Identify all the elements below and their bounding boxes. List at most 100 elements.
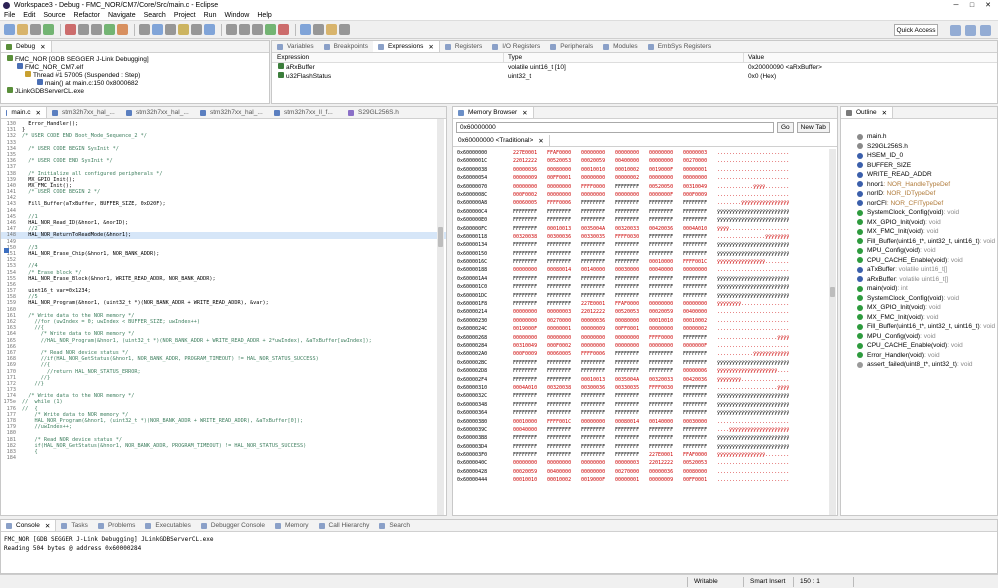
editor-scrollbar[interactable] — [437, 119, 444, 515]
memory-cell[interactable]: FFFFFFFF — [615, 409, 649, 417]
memory-cell[interactable]: FFFFFFFF — [513, 300, 547, 308]
tab-problems[interactable]: Problems — [93, 520, 140, 531]
memory-cell[interactable]: FFFFFFFF — [547, 376, 581, 384]
memory-cell[interactable]: FFFFFFFF — [649, 233, 683, 241]
memory-cell[interactable]: FFFFFFFF — [581, 216, 615, 224]
memory-cell[interactable]: FFFFFFFF — [683, 233, 717, 241]
memory-cell[interactable]: FFAF0000 — [547, 149, 581, 157]
memory-cell[interactable]: FFFF001C — [547, 418, 581, 426]
col-type[interactable]: Type — [504, 53, 744, 62]
memory-cell[interactable]: 00000002 — [615, 174, 649, 182]
outline-item[interactable]: SystemClock_Config(void) : void — [857, 208, 997, 218]
memory-cell[interactable]: FFFFFFFF — [649, 275, 683, 283]
memory-cell[interactable]: 00270000 — [547, 317, 581, 325]
memory-cell[interactable]: 00000000 — [683, 266, 717, 274]
memory-cell[interactable]: FFFFFFFF — [615, 241, 649, 249]
memory-row[interactable]: 0x600002D8 FFFFFFFF FFFFFFFF FFFFFFFF FFFFFF… — [457, 367, 837, 375]
memory-row[interactable]: 0x6000008C 000F0002 00000000 00000000 000000… — [457, 191, 837, 199]
memory-cell[interactable]: FFFFFFFF — [683, 216, 717, 224]
memory-cell[interactable]: 00000000 — [581, 459, 615, 467]
memory-cell[interactable]: 00300036 — [581, 384, 615, 392]
memory-cell[interactable]: 00000000 — [615, 149, 649, 157]
memory-cell[interactable]: FFFFFFFF — [615, 275, 649, 283]
memory-cell[interactable]: FFFF0030 — [615, 233, 649, 241]
memory-row[interactable]: 0x60000444 00010010 00010002 0019000F 000000… — [457, 476, 837, 484]
editor-tab[interactable]: S29GL256S.h — [343, 107, 417, 118]
memory-cell[interactable]: 00000000 — [513, 308, 547, 316]
memory-row[interactable]: 0x60000428 00020059 00400000 00000000 002700… — [457, 468, 837, 476]
memory-cell[interactable]: FFFFFFFF — [581, 250, 615, 258]
editor-tab[interactable]: stm32h7xx_hal_... — [47, 107, 121, 118]
memory-cell[interactable]: FFFFFFFF — [513, 401, 547, 409]
memory-scroll-thumb[interactable] — [830, 287, 835, 297]
memory-row[interactable]: 0x60000310 0004A010 00320038 00300036 003300… — [457, 384, 837, 392]
outline-item[interactable]: norID : NOR_IDTypeDef — [857, 189, 997, 199]
col-value[interactable]: Value — [744, 53, 997, 62]
memory-cell[interactable]: FFFFFFFF — [683, 384, 717, 392]
memory-row[interactable]: 0x600000C4 FFFFFFFF FFFFFFFF FFFFFFFF FFFFFF… — [457, 208, 837, 216]
debug-tree-item[interactable]: FMC_NOR [GDB SEGGER J-Link Debugging] — [3, 55, 269, 63]
tab-embsys-registers[interactable]: EmbSys Registers — [643, 41, 716, 52]
memory-cell[interactable]: FFFFFFFF — [683, 199, 717, 207]
memory-cell[interactable]: FFFFFFFF — [615, 392, 649, 400]
toolbar-button-icon[interactable] — [239, 24, 250, 35]
outline-item[interactable]: Fill_Buffer(uint16_t*, uint32_t, uint16_… — [857, 237, 997, 247]
outline-item[interactable]: MPU_Config(void) : void — [857, 246, 997, 256]
memory-cell[interactable]: FFFFFFFF — [513, 258, 547, 266]
memory-cell[interactable]: 00010010 — [581, 166, 615, 174]
memory-cell[interactable]: FFFFFFFF — [581, 359, 615, 367]
memory-cell[interactable]: FFFFFFFF — [547, 451, 581, 459]
memory-cell[interactable]: FFFFFFFF — [649, 426, 683, 434]
memory-cell[interactable]: 00000000 — [513, 317, 547, 325]
memory-cell[interactable]: FFFFFFFF — [649, 208, 683, 216]
memory-cell[interactable]: 00040000 — [649, 266, 683, 274]
memory-cell[interactable]: FFFFFFFF — [513, 225, 547, 233]
tab-call-hierarchy[interactable]: Call Hierarchy — [314, 520, 375, 531]
maximize-button[interactable]: □ — [964, 0, 980, 10]
memory-cell[interactable]: FFFFFFFF — [683, 359, 717, 367]
memory-cell[interactable]: FFFFFFFF — [547, 426, 581, 434]
toolbar-button-icon[interactable] — [43, 24, 54, 35]
memory-cell[interactable]: FFFFFFFF — [581, 434, 615, 442]
memory-cell[interactable]: 00000003 — [615, 459, 649, 467]
memory-cell[interactable]: 227E0001 — [649, 451, 683, 459]
memory-cell[interactable]: 00310049 — [683, 183, 717, 191]
memory-cell[interactable]: 00420036 — [683, 376, 717, 384]
memory-cell[interactable]: FFFFFFFF — [649, 250, 683, 258]
memory-cell[interactable]: 00000000 — [581, 191, 615, 199]
menu-refactor[interactable]: Refactor — [70, 12, 104, 19]
outline-item[interactable]: CPU_CACHE_Enable(void) : void — [857, 341, 997, 351]
editor-tab[interactable]: stm32h7xx_hal_... — [121, 107, 195, 118]
memory-cell[interactable]: FFFFFFFF — [615, 434, 649, 442]
tab-breakpoints[interactable]: Breakpoints — [319, 41, 373, 52]
memory-cell[interactable]: FFFFFFFF — [683, 392, 717, 400]
memory-row[interactable]: 0x60000268 00000000 00000000 00000000 000000… — [457, 334, 837, 342]
toolbar-button-icon[interactable] — [91, 24, 102, 35]
memory-cell[interactable]: 00010002 — [547, 476, 581, 484]
memory-cell[interactable]: 00000009 — [649, 476, 683, 484]
tab-debugger-console[interactable]: Debugger Console — [196, 520, 270, 531]
memory-cell[interactable]: 00000036 — [649, 468, 683, 476]
toolbar-button-icon[interactable] — [17, 24, 28, 35]
memory-cell[interactable]: FFFFFFFF — [513, 292, 547, 300]
memory-cell[interactable]: FFFF0006 — [547, 199, 581, 207]
memory-row[interactable]: 0x60000150 FFFFFFFF FFFFFFFF FFFFFFFF FFFFFF… — [457, 250, 837, 258]
menu-search[interactable]: Search — [140, 12, 170, 19]
tab-modules[interactable]: Modules — [598, 41, 643, 52]
memory-cell[interactable]: FFFFFFFF — [547, 258, 581, 266]
memory-cell[interactable]: FFFFFFFF — [683, 401, 717, 409]
memory-cell[interactable]: 00000001 — [547, 325, 581, 333]
memory-cell[interactable]: FFFFFFFF — [649, 392, 683, 400]
memory-cell[interactable]: FFFF0006 — [581, 350, 615, 358]
close-icon[interactable]: ✕ — [428, 43, 433, 51]
memory-cell[interactable]: FFFFFFFF — [615, 250, 649, 258]
toolbar-button-icon[interactable] — [4, 24, 15, 35]
perspective-icon[interactable] — [950, 25, 961, 36]
memory-row[interactable]: 0x6000024C 0019000F 00000001 00000009 00FF00… — [457, 325, 837, 333]
memory-cell[interactable]: 00520050 — [649, 183, 683, 191]
outline-item[interactable]: BUFFER_SIZE — [857, 161, 997, 171]
memory-cell[interactable]: 00010013 — [581, 376, 615, 384]
memory-cell[interactable]: 00140000 — [581, 266, 615, 274]
memory-cell[interactable]: 00030000 — [683, 418, 717, 426]
memory-cell[interactable]: 00010000 — [513, 418, 547, 426]
